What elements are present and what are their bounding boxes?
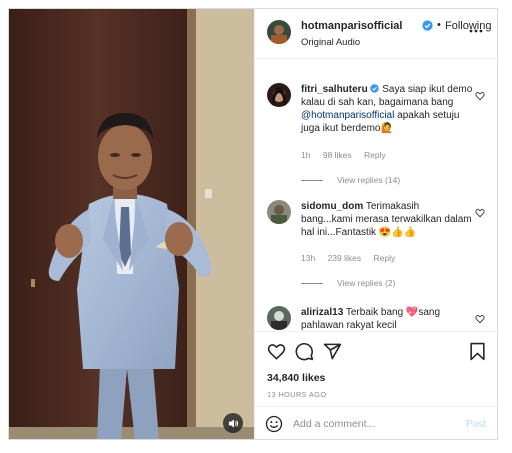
more-horizontal-icon[interactable] [468, 28, 484, 34]
comment-likes[interactable]: 98 likes [323, 150, 352, 160]
comments-list: fitri_salhuteru Saya siap ikut demo kala… [255, 60, 497, 330]
add-comment-bar: Post [255, 406, 497, 439]
author-username[interactable]: hotmanparisofficial [301, 20, 402, 32]
instagram-post-frame: hotmanparisofficial • Following Original… [8, 8, 498, 440]
comment-time: 1h [301, 150, 311, 160]
view-replies-button[interactable]: View replies (2) [301, 278, 395, 288]
comment-text: sidomu_dom Terimakasih bang...kami meras… [301, 200, 473, 239]
mute-button[interactable] [223, 413, 243, 433]
comment-time: 13h [301, 253, 316, 263]
view-replies-label: View replies (14) [337, 175, 401, 185]
heart-icon[interactable] [267, 342, 286, 361]
speaker-icon [228, 418, 238, 428]
comment-input[interactable] [293, 414, 453, 434]
reply-button[interactable]: Reply [374, 253, 396, 263]
post-details-panel: hotmanparisofficial • Following Original… [254, 9, 497, 439]
emoji-icon[interactable] [265, 415, 283, 433]
post-comment-button[interactable]: Post [466, 419, 486, 430]
post-actions: 34,840 likes 13 HOURS AGO [255, 331, 497, 406]
comment-text: fitri_salhuteru Saya siap ikut demo kala… [301, 83, 473, 135]
verified-badge-icon [422, 20, 433, 31]
comment-heart-icon[interactable] [475, 208, 485, 218]
comment-meta: 1h 98 likes Reply [301, 150, 396, 160]
view-replies-button[interactable]: View replies (14) [301, 175, 400, 185]
commenter-username[interactable]: alirizal13 [301, 307, 343, 318]
replies-divider [301, 180, 323, 182]
post-video[interactable] [9, 9, 254, 439]
post-timestamp[interactable]: 13 HOURS AGO [267, 390, 326, 399]
commenter-username[interactable]: fitri_salhuteru [301, 84, 368, 95]
comment-likes[interactable]: 239 likes [328, 253, 362, 263]
likes-count[interactable]: 34,840 likes [267, 372, 325, 384]
view-replies-label: View replies (2) [337, 278, 396, 288]
comment-meta: 13h 239 likes Reply [301, 253, 405, 263]
reply-button[interactable]: Reply [364, 150, 386, 160]
comment-heart-icon[interactable] [475, 314, 485, 324]
bookmark-icon[interactable] [469, 342, 486, 361]
post-header: hotmanparisofficial • Following Original… [255, 9, 497, 59]
share-icon[interactable] [323, 342, 342, 361]
commenter-avatar[interactable] [267, 83, 291, 107]
video-frame-image [9, 9, 254, 439]
mention-link[interactable]: @hotmanparisofficial [301, 110, 394, 121]
replies-divider [301, 283, 323, 285]
comment-icon[interactable] [295, 342, 314, 361]
commenter-username[interactable]: sidomu_dom [301, 201, 363, 212]
commenter-avatar[interactable] [267, 200, 291, 224]
commenter-avatar[interactable] [267, 306, 291, 330]
verified-badge-icon [370, 84, 380, 93]
author-avatar[interactable] [267, 20, 291, 44]
comment-text: alirizal13 Terbaik bang 💖sang pahlawan r… [301, 306, 473, 330]
audio-link[interactable]: Original Audio [301, 37, 360, 48]
header-separator: • [437, 19, 441, 31]
comment-heart-icon[interactable] [475, 91, 485, 101]
